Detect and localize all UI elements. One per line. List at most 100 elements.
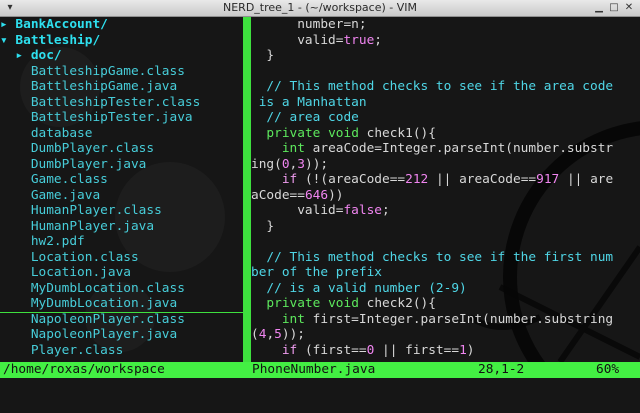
code-line[interactable]: int areaCode=Integer.parseInt(number.sub… [251,141,640,157]
code-token: areaCode=Integer.parseInt(number.substr [304,141,614,156]
tree-file-item[interactable]: BattleshipGame.java [0,79,243,95]
code-token: valid= [251,203,344,218]
code-token: void [328,125,359,141]
tree-file-item[interactable]: BattleshipTester.class [0,95,243,111]
code-token: ; [374,32,382,48]
code-line[interactable]: is a Manhattan [251,95,640,111]
code-token: is a Manhattan [251,94,367,110]
tree-file-item[interactable]: database [0,126,243,142]
tree-file-item[interactable]: MyDumbLocation.java [0,296,243,312]
tree-file-item[interactable]: Location.class [0,250,243,266]
title-bar[interactable]: ▾ NERD_tree_1 - (~/workspace) - VIM ▁ □ … [0,0,640,17]
maximize-icon[interactable]: □ [607,2,621,14]
code-token: (!(areaCode== [297,172,406,187]
window-title: NERD_tree_1 - (~/workspace) - VIM [223,1,417,14]
code-line[interactable]: aCode==646)) [251,188,640,204]
nerdtree-pane[interactable]: ▸ BankAccount/▾ Battleship/ ▸ doc/ Battl… [0,17,243,362]
code-line[interactable]: ing(0,3)); [251,157,640,173]
code-line[interactable]: valid=false; [251,203,640,219]
code-token: )) [328,187,344,203]
tree-file-item[interactable]: HumanPlayer.class [0,203,243,219]
editor-area: ▸ BankAccount/▾ Battleship/ ▸ doc/ Battl… [0,17,640,362]
code-line[interactable] [251,64,640,80]
code-token: if [281,342,298,358]
code-token: ( [251,327,259,342]
code-token: // This method checks to see if the area… [251,79,614,94]
code-line[interactable]: (4,5)); [251,327,640,343]
code-line[interactable]: // This method checks to see if the firs… [251,250,640,266]
code-token: int [281,141,305,156]
code-line[interactable]: } [251,48,640,64]
tree-file-item[interactable]: Player.class [0,343,243,359]
status-line: /home/roxas/workspace PhoneNumber.java 2… [0,362,640,378]
close-icon[interactable]: ✕ [622,2,636,14]
code-token: int [281,311,305,327]
status-path: /home/roxas/workspace [3,362,165,377]
code-line[interactable]: // is a valid number (2-9) [251,281,640,297]
code-token: )); [281,327,305,342]
tree-file-item[interactable]: NapoleonPlayer.java [0,327,243,343]
tree-folder-item[interactable]: ▸ BankAccount/ [0,17,243,33]
code-token: if [281,172,298,187]
code-token: ber of the prefix [251,265,382,280]
code-line[interactable]: } [251,219,640,235]
tree-file-item[interactable]: DumbPlayer.java [0,157,243,173]
tree-folder-item[interactable]: ▾ Battleship/ [0,33,243,49]
code-token: first=Integer.parseInt(number.substring [304,311,614,327]
code-token: // area code [251,110,359,125]
command-line[interactable] [0,378,640,413]
code-token: ing( [251,156,282,172]
tree-file-item[interactable]: Game.java [0,188,243,204]
code-line[interactable]: if (first==0 || first==1) [251,343,640,359]
tree-file-item[interactable]: MyDumbLocation.class [0,281,243,297]
code-line[interactable]: // area code [251,110,640,126]
code-editor-pane[interactable]: number=n; valid=true; } // This method c… [251,17,640,362]
code-line[interactable]: number=n; [251,17,640,33]
code-token: // This method checks to see if the firs… [251,249,614,265]
code-line[interactable]: private void check1(){ [251,126,640,142]
code-line[interactable]: int first=Integer.parseInt(number.substr… [251,312,640,328]
status-cursor-position: 28,1-2 [478,362,525,377]
tree-file-item[interactable]: NapoleonPlayer.class [0,312,243,328]
code-line[interactable]: ber of the prefix [251,265,640,281]
tree-file-item[interactable]: BattleshipGame.class [0,64,243,80]
code-line[interactable]: valid=true; [251,33,640,49]
code-token: } [251,218,275,234]
code-token: aCode== [251,187,305,203]
tree-cursor-line [0,312,243,313]
code-token: || first== [374,342,460,358]
code-token: true [343,32,375,48]
code-token: 3 [297,156,305,172]
status-filename: PhoneNumber.java [252,362,376,377]
tree-file-item[interactable]: BattleshipTester.java [0,110,243,126]
code-line[interactable]: private void check2(){ [251,296,640,312]
tree-folder-item[interactable]: ▸ doc/ [0,48,243,64]
tree-file-item[interactable]: hw2.pdf [0,234,243,250]
status-scroll-percent: 60% [596,362,620,377]
code-token: ) [466,342,475,358]
tree-file-item[interactable]: HumanPlayer.java [0,219,243,235]
code-token: ; [381,203,390,218]
minimize-icon[interactable]: ▁ [592,2,606,14]
code-line[interactable]: // This method checks to see if the area… [251,79,640,95]
code-token: || are [559,172,614,187]
tree-file-item[interactable]: Game.class [0,172,243,188]
code-token: 5 [274,327,282,342]
code-token: number=n; [251,17,367,32]
tree-file-item[interactable]: DumbPlayer.class [0,141,243,157]
code-token: 0 [281,156,290,172]
code-line[interactable] [251,234,640,250]
code-line[interactable]: if (!(areaCode==212 || areaCode==917 || … [251,172,640,188]
code-token: 212 [405,172,429,187]
code-token: (first== [297,342,367,358]
vertical-split-bar[interactable] [243,17,251,362]
code-token: valid= [251,32,344,48]
tree-file-item[interactable]: Location.java [0,265,243,281]
vim-window: ▾ NERD_tree_1 - (~/workspace) - VIM ▁ □ … [0,0,640,413]
